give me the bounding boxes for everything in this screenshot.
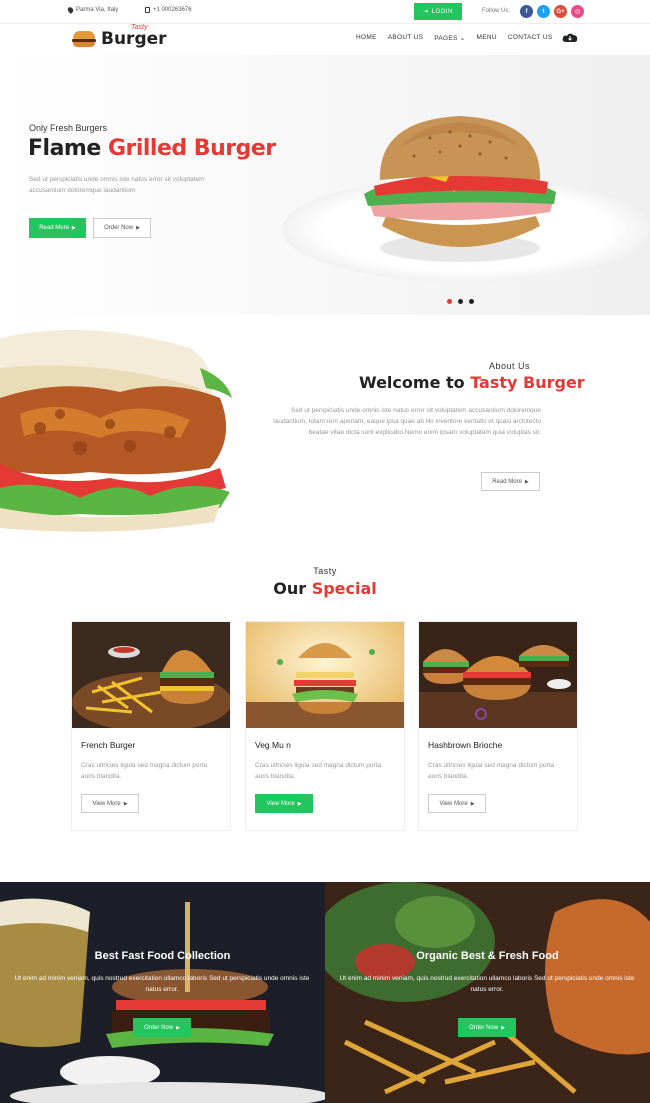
location-info: Parma Via, Italy xyxy=(66,6,119,14)
card-title: French Burger xyxy=(81,740,136,750)
top-bar: Parma Via, Italy +1 000263676 ⇥ LOGIN Fo… xyxy=(0,0,650,24)
special-title: Our Special xyxy=(273,579,377,598)
banner-title-organic: Organic Best & Fresh Food xyxy=(416,950,559,962)
banner-description-organic: Ut enim ad minim veniam, quis nostrud ex… xyxy=(339,975,635,993)
special-card-veg-muffin[interactable]: Veg Mu n Cras ultricies ligula sed magna… xyxy=(245,621,405,831)
nav-contact-us[interactable]: CONTACT US xyxy=(508,34,553,42)
slider-dot-2[interactable] xyxy=(458,299,463,304)
phone-info: +1 000263676 xyxy=(145,7,192,13)
nav-about-us[interactable]: ABOUT US xyxy=(388,34,424,42)
follow-us-label: Follow Us: xyxy=(482,8,511,14)
card-title: Veg Mu n xyxy=(255,740,291,750)
caret-right-icon: ▶ xyxy=(176,1024,180,1031)
google-plus-icon[interactable]: G+ xyxy=(554,5,567,18)
about-title: Welcome to Tasty Burger xyxy=(359,373,585,392)
card-description: Cras ultricies ligula sed magna dictum p… xyxy=(81,762,208,780)
facebook-icon[interactable]: f xyxy=(520,5,533,18)
card-description: Cras ultricies ligula sed magna dictum p… xyxy=(255,762,382,780)
caret-right-icon: ▶ xyxy=(524,478,529,485)
caret-right-icon: ▶ xyxy=(136,225,140,231)
banner-description-fast-food: Ut enim ad minim veniam, quis nostrud ex… xyxy=(14,975,310,993)
login-icon: ⇥ xyxy=(423,9,429,15)
view-more-button[interactable]: View More ▶ xyxy=(81,794,139,813)
burger-logo-icon xyxy=(72,31,96,47)
login-label: LOGIN xyxy=(431,8,453,15)
phone-text: +1 000263676 xyxy=(153,7,192,13)
caret-right-icon: ▶ xyxy=(71,225,76,231)
location-pin-icon xyxy=(66,6,75,14)
nav-pages[interactable]: PAGES ⌄ xyxy=(434,34,465,42)
about-read-more-button[interactable]: Read More ▶ xyxy=(481,472,540,491)
view-more-button[interactable]: View More ▶ xyxy=(428,794,486,813)
caret-right-icon: ▶ xyxy=(501,1024,505,1031)
french-burger-image xyxy=(72,622,230,728)
card-title: Hashbrown Brioche xyxy=(428,740,503,750)
chevron-down-icon: ⌄ xyxy=(459,35,466,42)
about-description: Sed ut perspiciatis unde omnis iste natu… xyxy=(273,407,541,436)
nav-menu[interactable]: MENU xyxy=(477,34,497,42)
main-nav: HOME ABOUT US PAGES ⌄ MENU CONTACT US xyxy=(356,34,553,42)
slider-dot-3[interactable] xyxy=(469,299,474,304)
brand-logo[interactable]: Tasty Burger xyxy=(72,24,167,52)
special-eyebrow: Tasty xyxy=(313,566,337,576)
banner-title-fast-food: Best Fast Food Collection xyxy=(94,950,231,962)
about-burger-image xyxy=(0,328,236,532)
hero-eyebrow: Only Fresh Burgers xyxy=(29,123,108,133)
location-text: Parma Via, Italy xyxy=(76,7,119,13)
caret-right-icon: ▶ xyxy=(297,800,302,807)
hero-description: Sed ut perspiciatis unde omnis iste natu… xyxy=(29,176,205,194)
slider-dot-1[interactable] xyxy=(447,299,452,304)
nav-home[interactable]: HOME xyxy=(356,34,377,42)
banner-order-now-button[interactable]: Order Now ▶ xyxy=(133,1018,191,1037)
view-more-button[interactable]: View More ▶ xyxy=(255,794,313,813)
banner-order-now-button[interactable]: Order Now ▶ xyxy=(458,1018,516,1037)
card-description: Cras ultricies ligula sed magna dictum p… xyxy=(428,762,555,780)
twitter-icon[interactable]: t xyxy=(537,5,550,18)
login-button[interactable]: ⇥ LOGIN xyxy=(414,3,462,20)
special-card-hashbrown-brioche[interactable]: Hashbrown Brioche Cras ultricies ligula … xyxy=(418,621,578,831)
veg-burger-image xyxy=(246,622,404,728)
special-card-french-burger[interactable]: French Burger Cras ultricies ligula sed … xyxy=(71,621,231,831)
brand-name: Burger xyxy=(101,29,167,49)
phone-icon xyxy=(145,7,150,13)
caret-right-icon: ▶ xyxy=(470,800,475,807)
hero-burger-image xyxy=(364,116,556,262)
hashbrown-burger-image xyxy=(419,622,577,728)
hero-title: Flame Grilled Burger xyxy=(28,136,276,161)
hero-read-more-button[interactable]: Read More ▶ xyxy=(29,218,86,238)
brand-small-text: Tasty xyxy=(131,24,148,31)
about-eyebrow: About Us xyxy=(489,361,531,371)
hero-order-now-button[interactable]: Order Now ▶ xyxy=(93,218,151,238)
caret-right-icon: ▶ xyxy=(123,800,128,807)
dribbble-icon[interactable]: ◎ xyxy=(571,5,584,18)
cloud-download-icon[interactable] xyxy=(562,32,578,43)
